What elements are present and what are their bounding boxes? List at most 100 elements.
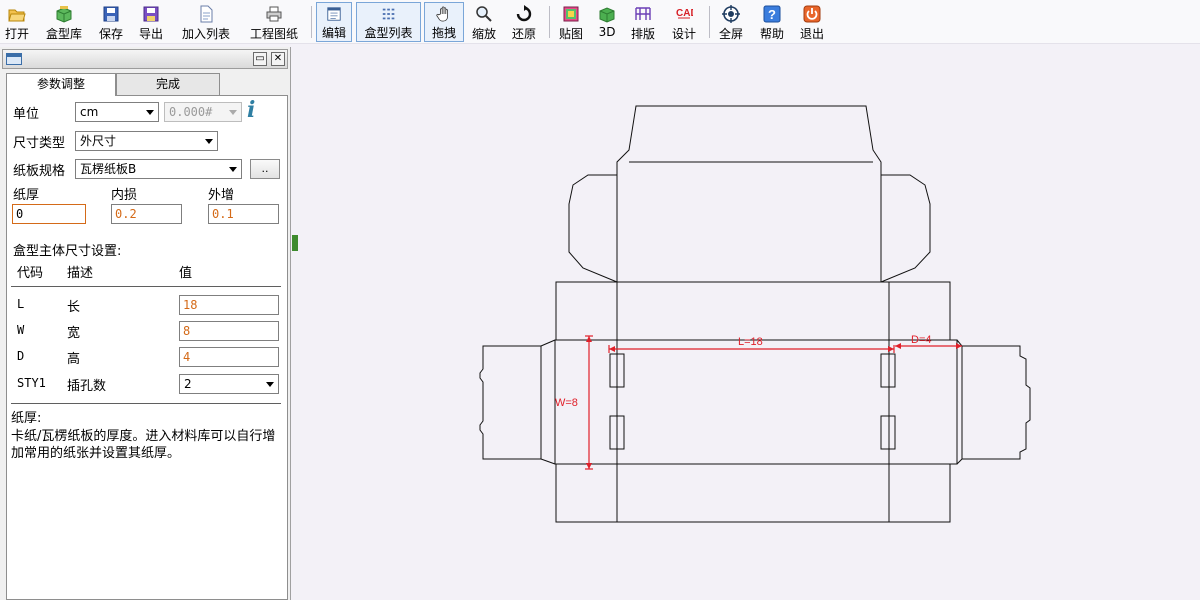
outer-add-label: 外增	[208, 188, 235, 203]
depth-value-field[interactable]: 4	[179, 347, 279, 367]
param-desc: 高	[67, 352, 81, 367]
thickness-field[interactable]: 0	[12, 204, 86, 224]
help-divider	[11, 403, 281, 404]
save-button[interactable]: 保存	[95, 2, 127, 42]
param-code: L	[17, 297, 25, 311]
chevron-down-icon	[229, 110, 237, 115]
size-type-label: 尺寸类型	[13, 136, 66, 151]
toolbar-separator	[311, 6, 312, 38]
main-toolbar: 打开 盒型库 保存 导出 加入列表 工程图纸 编辑 盒型列表 拖拽 缩放 还原 …	[0, 0, 1200, 44]
chevron-down-icon	[146, 110, 154, 115]
toolbar-separator	[549, 6, 550, 38]
printer-icon	[266, 6, 282, 22]
quit-button[interactable]: 退出	[796, 2, 828, 42]
zoom-label: 缩放	[471, 27, 496, 41]
engineering-drawing-button[interactable]: 工程图纸	[244, 2, 304, 42]
svg-text:CAD: CAD	[676, 8, 693, 19]
width-value-field[interactable]: 8	[179, 321, 279, 341]
help-button[interactable]: ? 帮助	[756, 2, 788, 42]
board-spec-more-button[interactable]: ..	[250, 159, 280, 179]
param-desc: 插孔数	[67, 379, 107, 394]
chevron-down-icon	[266, 382, 274, 387]
size-type-select-value: 外尺寸	[80, 134, 117, 148]
slot-count-value: 2	[184, 377, 192, 391]
column-value-header: 值	[179, 266, 193, 281]
design-button[interactable]: CAD 设计	[668, 2, 700, 42]
svg-text:?: ?	[768, 7, 776, 22]
section-title: 盒型主体尺寸设置:	[13, 244, 122, 259]
column-desc-header: 描述	[67, 266, 94, 281]
box-list-button[interactable]: 盒型列表	[356, 2, 421, 42]
quit-label: 退出	[799, 27, 824, 41]
tab-parameter-adjust[interactable]: 参数调整	[6, 73, 116, 96]
panel-close-button[interactable]: ✕	[271, 52, 285, 66]
length-value-field[interactable]: 18	[179, 295, 279, 315]
restore-rotate-icon	[516, 5, 532, 22]
zoom-button[interactable]: 缩放	[468, 2, 500, 42]
drawing-canvas[interactable]: L=18 W=8 D=4	[292, 45, 1200, 600]
save-label: 保存	[98, 27, 123, 41]
save-disk-icon	[103, 6, 119, 22]
edit-label: 编辑	[321, 26, 346, 40]
box-library-label: 盒型库	[45, 27, 82, 41]
box-dieline-drawing: L=18 W=8 D=4	[479, 105, 1031, 523]
open-button[interactable]: 打开	[2, 2, 32, 42]
param-desc: 长	[67, 300, 81, 315]
cad-design-icon: CAD	[676, 8, 693, 19]
board-spec-select[interactable]: 瓦楞纸板B	[75, 159, 242, 179]
board-spec-select-value: 瓦楞纸板B	[80, 162, 137, 176]
unit-select[interactable]: cm	[75, 102, 159, 122]
restore-label: 还原	[511, 27, 536, 41]
board-spec-label: 纸板规格	[13, 164, 66, 179]
precision-select-value: 0.000#	[169, 105, 213, 119]
param-code: STY1	[17, 376, 46, 390]
inner-loss-label: 内损	[111, 188, 138, 203]
three-d-button[interactable]: 3D	[594, 2, 620, 42]
fullscreen-target-icon	[722, 5, 740, 23]
edit-button[interactable]: 编辑	[316, 2, 352, 42]
precision-select: 0.000#	[164, 102, 242, 122]
parameter-panel: ▭ ✕ 参数调整 完成 单位 cm 0.000# i 尺寸类型 外尺寸 纸板规格…	[0, 47, 291, 600]
outer-add-field[interactable]: 0.1	[208, 204, 279, 224]
magnifier-icon	[476, 6, 492, 22]
layout-grid-icon	[635, 7, 651, 20]
texture-button[interactable]: 贴图	[554, 2, 588, 42]
fullscreen-button[interactable]: 全屏	[714, 2, 748, 42]
dieline-outline	[479, 105, 1031, 523]
unit-select-value: cm	[80, 105, 99, 119]
add-to-list-button[interactable]: 加入列表	[176, 2, 236, 42]
chevron-down-icon	[205, 139, 213, 144]
depth-dimension-label: D=4	[911, 334, 932, 346]
layout-button[interactable]: 排版	[627, 2, 659, 42]
three-d-label: 3D	[598, 25, 616, 39]
restore-button[interactable]: 还原	[507, 2, 541, 42]
design-label: 设计	[671, 27, 696, 41]
export-disk-icon	[143, 6, 159, 22]
box-library-button[interactable]: 盒型库	[40, 2, 88, 42]
table-header-divider	[11, 286, 281, 287]
tab-finish[interactable]: 完成	[116, 73, 220, 95]
size-type-select[interactable]: 外尺寸	[75, 131, 218, 151]
texture-image-icon	[563, 6, 579, 22]
quit-power-icon	[803, 5, 821, 23]
column-code-header: 代码	[17, 266, 44, 281]
inner-loss-field[interactable]: 0.2	[111, 204, 182, 224]
param-code: D	[17, 349, 25, 363]
slot-count-select[interactable]: 2	[179, 374, 279, 394]
texture-label: 贴图	[558, 27, 583, 41]
info-icon[interactable]: i	[247, 97, 255, 123]
export-button[interactable]: 导出	[134, 2, 168, 42]
panel-window-icon	[6, 53, 22, 65]
engineering-drawing-label: 工程图纸	[249, 27, 298, 41]
drag-button[interactable]: 拖拽	[424, 2, 464, 42]
panel-tabs: 参数调整 完成	[6, 73, 286, 96]
box-list-grid-icon	[382, 8, 394, 20]
fullscreen-label: 全屏	[718, 27, 743, 41]
thickness-label: 纸厚	[13, 188, 40, 203]
export-label: 导出	[138, 27, 163, 41]
length-dimension-label: L=18	[738, 336, 763, 348]
edit-window-icon	[327, 7, 341, 21]
toolbar-separator	[709, 6, 710, 38]
add-list-document-icon	[200, 5, 213, 23]
panel-restore-button[interactable]: ▭	[253, 52, 267, 66]
